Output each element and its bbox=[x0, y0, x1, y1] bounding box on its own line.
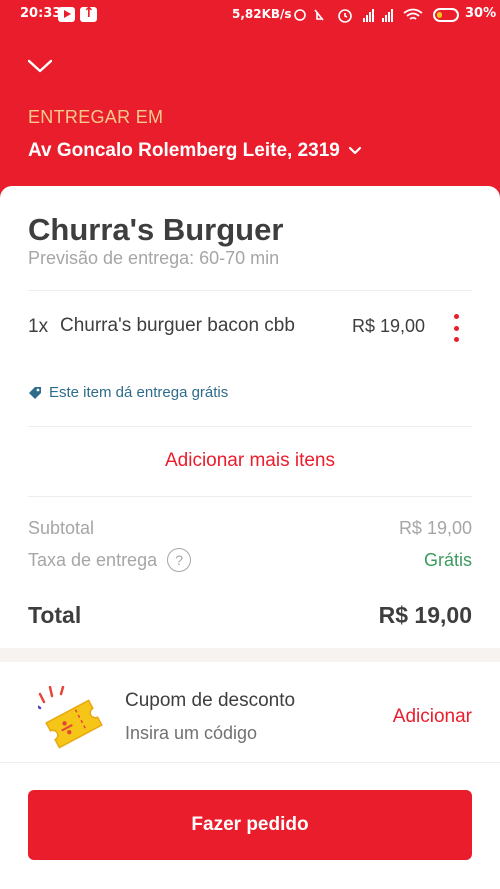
place-order-button[interactable]: Fazer pedido bbox=[28, 790, 472, 860]
item-quantity: 1x bbox=[28, 316, 49, 337]
deliver-to-label: ENTREGAR EM bbox=[28, 107, 164, 127]
battery-level bbox=[437, 12, 442, 18]
upload-notification-icon bbox=[80, 5, 97, 22]
signal-icon-2 bbox=[382, 9, 393, 22]
mute-icon bbox=[314, 9, 324, 21]
coupon-title: Cupom de desconto bbox=[125, 690, 296, 711]
chevron-down-icon bbox=[348, 146, 361, 155]
subtotal-value: R$ 19,00 bbox=[398, 518, 472, 538]
divider bbox=[28, 426, 472, 427]
total-value: R$ 19,00 bbox=[378, 602, 472, 628]
battery-icon bbox=[433, 8, 459, 22]
delivery-fee-row: Taxa de entrega ? bbox=[28, 548, 192, 572]
add-more-items-button[interactable]: Adicionar mais itens bbox=[0, 450, 500, 472]
collapse-chevron-icon[interactable] bbox=[26, 56, 54, 76]
sync-icon bbox=[294, 9, 306, 21]
item-name: Churra's burguer bacon cbb bbox=[60, 315, 295, 336]
coupon-ticket-icon bbox=[38, 686, 103, 749]
wifi-icon bbox=[403, 8, 423, 20]
status-time: 20:33 bbox=[20, 6, 62, 21]
address-text: Av Goncalo Rolemberg Leite, 2319 bbox=[28, 140, 340, 161]
divider bbox=[0, 762, 500, 763]
battery-percent: 30% bbox=[465, 6, 497, 21]
store-name: Churra's Burguer bbox=[28, 212, 284, 247]
add-coupon-button[interactable]: Adicionar bbox=[393, 706, 472, 728]
tag-icon bbox=[29, 386, 41, 399]
total-label: Total bbox=[28, 602, 82, 628]
status-icons bbox=[294, 8, 423, 23]
item-price: R$ 19,00 bbox=[352, 316, 426, 336]
delivery-fee-value: Grátis bbox=[423, 550, 472, 570]
item-options-icon[interactable] bbox=[448, 314, 464, 342]
free-delivery-note: Este item dá entrega grátis bbox=[28, 384, 228, 401]
help-icon[interactable]: ? bbox=[167, 548, 192, 572]
alarm-icon bbox=[338, 9, 352, 23]
divider bbox=[28, 496, 472, 497]
divider bbox=[28, 290, 472, 291]
signal-icon-1 bbox=[363, 9, 374, 22]
subtotal-label: Subtotal bbox=[28, 518, 95, 538]
header: 20:33 5,82KB/s 30 bbox=[0, 0, 500, 198]
delivery-fee-label: Taxa de entrega bbox=[28, 549, 158, 570]
delivery-address[interactable]: Av Goncalo Rolemberg Leite, 2319 bbox=[28, 140, 362, 162]
cart-sheet: Churra's Burguer Previsão de entrega: 60… bbox=[0, 186, 500, 889]
section-separator bbox=[0, 648, 500, 662]
network-speed: 5,82KB/s bbox=[232, 7, 292, 21]
delivery-estimate: Previsão de entrega: 60-70 min bbox=[28, 248, 280, 268]
coupon-subtitle: Insira um código bbox=[125, 723, 258, 743]
status-bar: 20:33 5,82KB/s 30 bbox=[0, 0, 500, 30]
free-delivery-text: Este item dá entrega grátis bbox=[49, 384, 229, 401]
youtube-notification-icon bbox=[58, 7, 75, 22]
